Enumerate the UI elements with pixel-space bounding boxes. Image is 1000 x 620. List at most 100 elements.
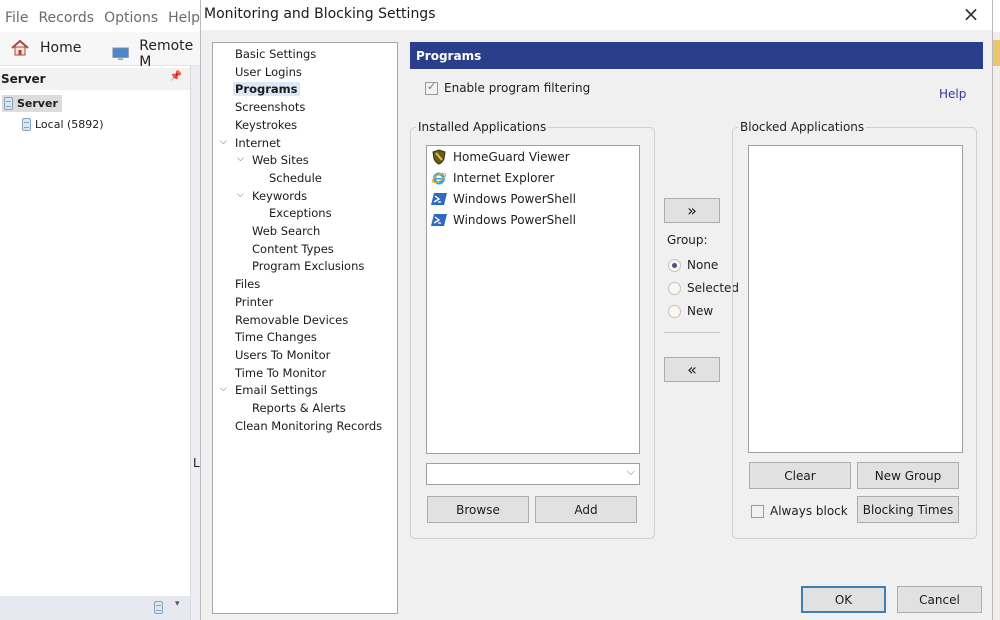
nav-item-basic-settings[interactable]: Basic Settings xyxy=(235,47,316,61)
nav-item-content-types[interactable]: Content Types xyxy=(252,242,334,256)
menu-help[interactable]: Help xyxy=(168,10,200,32)
app-status-bar: ▾ xyxy=(0,596,190,620)
nav-item-programs[interactable]: Programs xyxy=(233,82,300,97)
menu-options[interactable]: Options xyxy=(104,10,158,32)
checkbox-icon[interactable] xyxy=(751,504,764,518)
dialog-title: Monitoring and Blocking Settings xyxy=(204,6,436,22)
installed-applications-group: Installed Applications HomeGuard Viewer … xyxy=(410,120,655,539)
home-icon xyxy=(11,39,29,56)
enable-filtering-checkbox[interactable]: Enable program filtering xyxy=(425,80,591,95)
dropdown-arrow-icon[interactable]: ▾ xyxy=(175,599,180,609)
clear-button[interactable]: Clear xyxy=(749,462,851,489)
nav-item-time-to-monitor[interactable]: Time To Monitor xyxy=(235,366,326,380)
app-name: Windows PowerShell xyxy=(453,192,576,206)
nav-item-keywords[interactable]: Keywords xyxy=(252,189,307,203)
partial-label: L xyxy=(193,456,200,470)
ok-button[interactable]: OK xyxy=(801,586,886,613)
internet-explorer-icon xyxy=(431,172,447,185)
always-block-label: Always block xyxy=(770,504,848,518)
nav-item-web-sites[interactable]: Web Sites xyxy=(252,153,309,167)
nav-item-keystrokes[interactable]: Keystrokes xyxy=(235,118,297,132)
list-item[interactable]: HomeGuard Viewer xyxy=(431,149,570,165)
separator xyxy=(664,332,720,333)
always-block-checkbox[interactable]: Always block xyxy=(751,504,848,518)
tree-server[interactable]: Server xyxy=(2,95,62,112)
blocked-applications-list[interactable] xyxy=(748,145,963,453)
app-name: HomeGuard Viewer xyxy=(453,150,570,164)
nav-item-program-exclusions[interactable]: Program Exclusions xyxy=(252,259,364,273)
nav-item-time-changes[interactable]: Time Changes xyxy=(235,330,317,344)
nav-item-internet[interactable]: Internet xyxy=(235,136,281,150)
nav-item-reports-alerts[interactable]: Reports & Alerts xyxy=(252,401,346,415)
background-app: File Records Options Help Home Remote M … xyxy=(0,0,200,620)
radio-label: None xyxy=(687,258,719,272)
nav-item-printer[interactable]: Printer xyxy=(235,295,273,309)
menu-bar: File Records Options Help xyxy=(0,10,200,32)
splitter[interactable]: L xyxy=(190,66,200,620)
server-panel-header: Server 📌 xyxy=(0,68,190,90)
nav-item-exceptions[interactable]: Exceptions xyxy=(269,206,332,220)
move-to-blocked-button[interactable]: » xyxy=(664,198,720,223)
nav-item-users-to-monitor[interactable]: Users To Monitor xyxy=(235,348,330,362)
section-header: Programs xyxy=(410,42,983,69)
new-group-button[interactable]: New Group xyxy=(857,462,959,489)
radio-icon[interactable] xyxy=(668,304,681,318)
powershell-icon xyxy=(431,193,447,205)
home-button[interactable]: Home xyxy=(10,38,81,58)
nav-item-schedule[interactable]: Schedule xyxy=(269,171,322,185)
chevron-down-icon[interactable]: ⌵ xyxy=(220,384,227,394)
blocked-applications-label: Blocked Applications xyxy=(738,120,867,134)
close-icon[interactable]: × xyxy=(960,4,982,26)
blocked-applications-group: Blocked Applications Clear New Group Alw… xyxy=(732,120,977,539)
add-button[interactable]: Add xyxy=(535,496,637,523)
app-name: Internet Explorer xyxy=(453,171,555,185)
nav-item-removable-devices[interactable]: Removable Devices xyxy=(235,313,348,327)
app-name: Windows PowerShell xyxy=(453,213,576,227)
group-label: Group: xyxy=(667,233,708,247)
chevron-down-icon[interactable]: ⌵ xyxy=(237,190,244,200)
nav-item-email-settings[interactable]: Email Settings xyxy=(235,383,318,397)
nav-item-screenshots[interactable]: Screenshots xyxy=(235,100,305,114)
pin-icon[interactable]: 📌 xyxy=(170,71,182,82)
list-item[interactable]: Internet Explorer xyxy=(431,170,554,186)
group-radio-selected[interactable]: Selected xyxy=(668,281,739,295)
group-radio-new[interactable]: New xyxy=(668,304,713,318)
nav-item-files[interactable]: Files xyxy=(235,277,260,291)
menu-records[interactable]: Records xyxy=(38,10,94,32)
tree-local-label: Local (5892) xyxy=(35,118,104,131)
app-right-edge xyxy=(992,32,1000,620)
radio-icon[interactable] xyxy=(668,281,681,295)
help-link[interactable]: Help xyxy=(939,87,966,101)
nav-item-user-logins[interactable]: User Logins xyxy=(235,65,302,79)
nav-item-web-search[interactable]: Web Search xyxy=(252,224,320,238)
shield-icon xyxy=(432,149,446,165)
checkbox-checked-icon[interactable] xyxy=(425,80,438,95)
application-path-combo[interactable]: ⌵ xyxy=(426,463,640,485)
settings-dialog: Monitoring and Blocking Settings × Basic… xyxy=(200,0,993,620)
list-item[interactable]: Windows PowerShell xyxy=(431,191,576,207)
nav-item-clean-monitoring-records[interactable]: Clean Monitoring Records xyxy=(235,419,382,433)
chevron-down-icon[interactable]: ⌵ xyxy=(220,137,227,147)
blocking-times-button[interactable]: Blocking Times xyxy=(857,496,959,523)
server-icon xyxy=(22,118,31,131)
settings-nav-tree: Basic Settings User Logins Programs Screens… xyxy=(212,42,398,614)
remote-button[interactable]: Remote M xyxy=(112,38,200,70)
chevron-down-icon[interactable]: ⌵ xyxy=(627,465,635,479)
installed-applications-list[interactable]: HomeGuard Viewer Internet Explorer Windo… xyxy=(426,145,640,454)
enable-filtering-label: Enable program filtering xyxy=(444,81,591,95)
list-item[interactable]: Windows PowerShell xyxy=(431,212,576,228)
chevron-down-icon[interactable]: ⌵ xyxy=(237,154,244,164)
group-radio-none[interactable]: None xyxy=(668,258,718,272)
server-icon xyxy=(4,97,13,110)
cancel-button[interactable]: Cancel xyxy=(897,586,982,613)
menu-file[interactable]: File xyxy=(5,10,28,32)
move-to-installed-button[interactable]: « xyxy=(664,357,720,382)
radio-label: New xyxy=(687,304,714,318)
home-label: Home xyxy=(40,40,82,56)
app-toolbar: Home Remote M xyxy=(0,32,200,70)
server-icon[interactable] xyxy=(154,601,163,614)
browse-button[interactable]: Browse xyxy=(427,496,529,523)
dialog-titlebar[interactable]: Monitoring and Blocking Settings × xyxy=(201,0,992,30)
tree-local[interactable]: Local (5892) xyxy=(22,118,104,131)
radio-selected-icon[interactable] xyxy=(668,258,681,272)
